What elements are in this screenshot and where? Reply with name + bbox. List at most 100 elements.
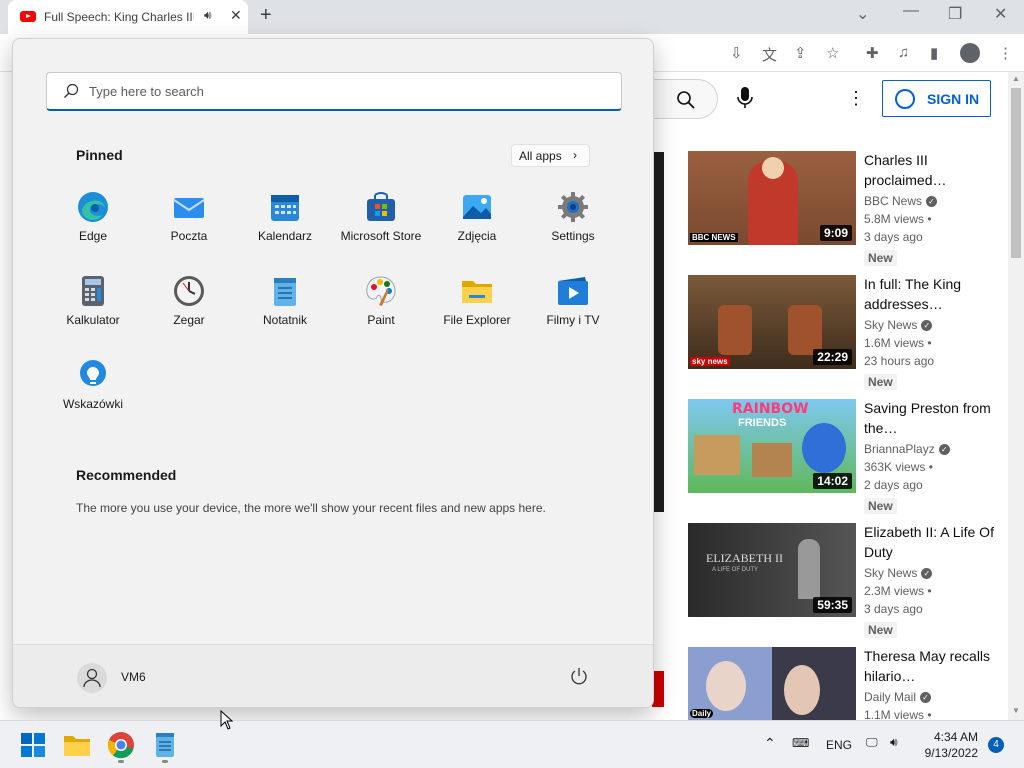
new-badge: New: [864, 622, 897, 638]
volume-icon[interactable]: 🔊︎: [890, 735, 898, 750]
video-title[interactable]: In full: The King addresses…: [864, 274, 1004, 314]
pinned-app-calendar[interactable]: Kalendarz: [237, 183, 333, 263]
extensions-icon[interactable]: ✚: [866, 44, 879, 62]
bookmark-star-icon[interactable]: ☆: [826, 44, 839, 62]
new-tab-button[interactable]: +: [260, 4, 272, 27]
chevron-down-icon[interactable]: ⌄: [856, 4, 869, 24]
tips-icon: [80, 360, 106, 386]
browser-tab[interactable]: Full Speech: King Charles III ( 🔊︎ ✕: [8, 0, 248, 34]
channel-name[interactable]: Sky News ✓: [864, 566, 1004, 584]
video-title[interactable]: Charles III proclaimed…: [864, 150, 1004, 190]
app-label: Paint: [367, 313, 395, 327]
channel-logo: BBC NEWS: [690, 233, 738, 242]
start-search-input[interactable]: [89, 81, 589, 101]
side-panel-icon[interactable]: ▮: [930, 44, 938, 62]
scrollbar-thumb[interactable]: [1011, 88, 1021, 258]
notification-badge[interactable]: 4: [988, 737, 1004, 753]
clock-date: 9/13/2022: [924, 746, 978, 760]
speaker-icon[interactable]: 🔊︎: [204, 8, 212, 23]
folder-icon: [462, 281, 492, 303]
system-clock[interactable]: 4:34 AM 9/13/2022: [920, 729, 978, 761]
video-title[interactable]: Saving Preston from the…: [864, 398, 1004, 438]
channel-name[interactable]: BriannaPlayz ✓: [864, 442, 1004, 460]
tab-title: Full Speech: King Charles III (: [44, 10, 194, 24]
pinned-app-file-explorer[interactable]: File Explorer: [429, 267, 525, 347]
chrome-icon[interactable]: [107, 731, 135, 759]
minimize-icon[interactable]: —: [903, 2, 919, 20]
pinned-app-clock[interactable]: Zegar: [141, 267, 237, 347]
video-thumbnail[interactable]: ELIZABETH II A LIFE OF DUTY 59:35: [688, 523, 856, 617]
start-menu-footer: VM6: [13, 644, 653, 707]
clock-icon: [174, 276, 204, 306]
channel-name[interactable]: BBC News ✓: [864, 194, 1004, 212]
youtube-favicon-icon: [20, 11, 36, 22]
channel-name[interactable]: Daily Mail ✓: [864, 690, 1004, 708]
chevron-up-icon[interactable]: ⌃: [764, 735, 776, 752]
app-label: Kalendarz: [257, 229, 313, 243]
pinned-app-tips[interactable]: Wskazówki: [45, 351, 141, 431]
media-icon[interactable]: ♫: [898, 44, 909, 61]
install-icon[interactable]: ⇩: [730, 44, 743, 62]
pinned-app-movies[interactable]: Filmy i TV: [525, 267, 621, 347]
pinned-app-calculator[interactable]: Kalkulator: [45, 267, 141, 347]
video-thumbnail[interactable]: RAINBOW FRIENDS 14:02: [688, 399, 856, 493]
search-button[interactable]: [654, 79, 718, 119]
channel-name[interactable]: Sky News ✓: [864, 318, 1004, 336]
pinned-app-settings[interactable]: Settings: [525, 183, 621, 263]
menu-icon[interactable]: ⋮: [998, 44, 1013, 62]
channel-logo: Daily: [690, 709, 714, 718]
pinned-app-notepad[interactable]: Notatnik: [237, 267, 333, 347]
app-label: Notatnik: [262, 313, 308, 327]
microphone-icon[interactable]: [736, 86, 754, 115]
all-apps-button[interactable]: All apps ›: [511, 144, 590, 167]
power-button[interactable]: [570, 667, 588, 690]
scroll-up-icon[interactable]: ▲: [1012, 74, 1020, 83]
page-scrollbar[interactable]: ▲ ▼: [1008, 72, 1024, 720]
start-search-box[interactable]: [46, 72, 622, 111]
language-indicator[interactable]: ENG: [826, 738, 852, 752]
video-title[interactable]: Theresa May recalls hilario…: [864, 646, 1004, 686]
share-icon[interactable]: ⇪: [794, 44, 807, 62]
translate-icon[interactable]: 文: [762, 44, 777, 65]
user-name[interactable]: VM6: [121, 670, 146, 684]
video-duration: 22:29: [813, 349, 852, 365]
notepad-icon[interactable]: [151, 731, 179, 759]
taskbar: ⌃ ⌨ ENG 🖵︎ 🔊︎ 4:34 AM 9/13/2022 4: [0, 720, 1024, 768]
video-thumbnail[interactable]: Daily: [688, 647, 856, 720]
thumbnail-text: RAINBOW: [732, 401, 809, 417]
sign-in-button[interactable]: SIGN IN: [882, 80, 991, 117]
video-duration: 59:35: [813, 597, 852, 613]
video-thumbnail[interactable]: BBC NEWS 9:09: [688, 151, 856, 245]
all-apps-label: All apps: [519, 149, 562, 163]
pinned-app-edge[interactable]: Edge: [45, 183, 141, 263]
network-icon[interactable]: 🖵︎: [866, 735, 878, 750]
upload-age: 3 days ago: [864, 230, 923, 244]
file-explorer-icon[interactable]: [63, 731, 91, 759]
video-thumbnail[interactable]: sky news 22:29: [688, 275, 856, 369]
new-badge: New: [864, 374, 897, 390]
close-icon[interactable]: ✕: [994, 4, 1007, 24]
keyboard-icon[interactable]: ⌨: [792, 736, 809, 750]
mouse-cursor-icon: [220, 710, 234, 730]
notepad-icon: [274, 278, 296, 306]
paint-icon: [366, 276, 396, 306]
thumbnail-text: A LIFE OF DUTY: [712, 567, 759, 573]
profile-icon[interactable]: [960, 43, 980, 63]
pinned-app-paint[interactable]: Paint: [333, 267, 429, 347]
running-indicator: [118, 760, 124, 763]
app-label: Wskazówki: [62, 397, 123, 411]
more-options-icon[interactable]: ⋮: [847, 88, 865, 109]
video-title[interactable]: Elizabeth II: A Life Of Duty: [864, 522, 1004, 562]
app-label: File Explorer: [443, 313, 511, 327]
avatar[interactable]: [77, 663, 107, 693]
pinned-app-photos[interactable]: Zdjęcia: [429, 183, 525, 263]
restore-icon[interactable]: ❐: [948, 4, 962, 24]
app-label: Zdjęcia: [457, 229, 497, 243]
pinned-app-mail[interactable]: Poczta: [141, 183, 237, 263]
scroll-down-icon[interactable]: ▼: [1012, 706, 1020, 715]
pinned-app-store[interactable]: Microsoft Store: [333, 183, 429, 263]
start-icon[interactable]: [19, 731, 47, 759]
app-label: Edge: [78, 229, 108, 243]
tab-close-icon[interactable]: ✕: [230, 7, 242, 24]
app-label: Settings: [551, 229, 595, 243]
